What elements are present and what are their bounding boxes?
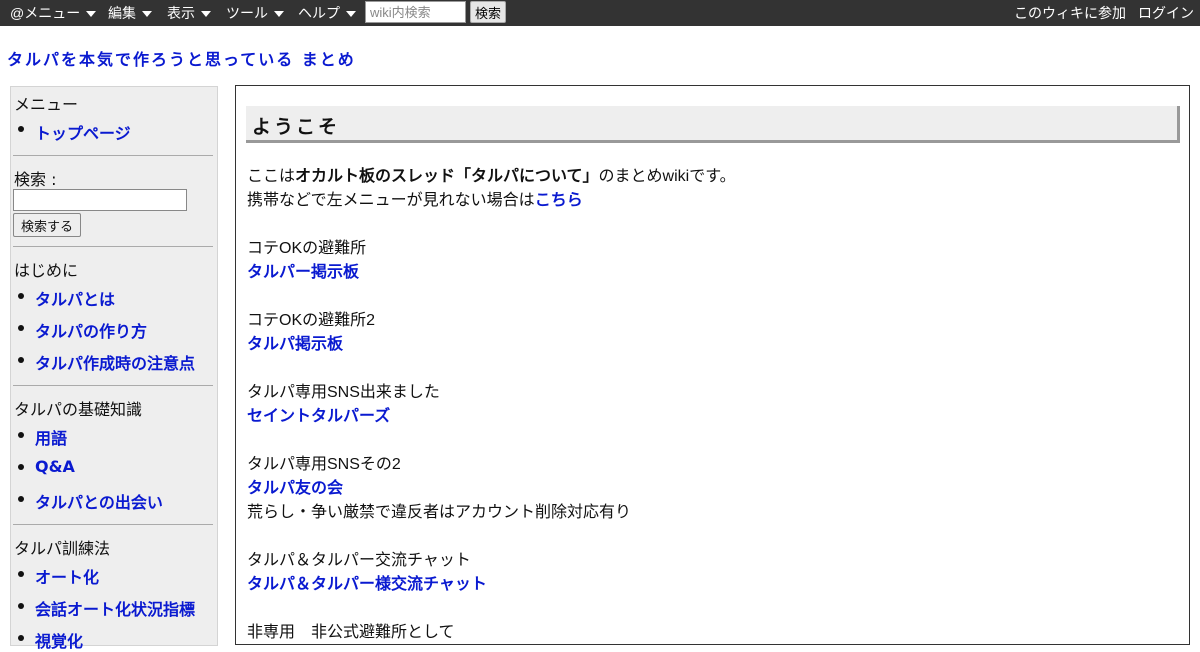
site-title-link[interactable]: タルパを本気で作ろうと思っている まとめ [7,46,356,70]
sidebar-item-top-page[interactable]: トップページ [35,120,131,144]
saint-tulpars-link[interactable]: セイントタルパーズ [247,402,390,426]
help-menu-label: ヘルプ [298,5,340,21]
chevron-down-icon [86,11,97,18]
sidebar-item-what-is-tulpa[interactable]: タルパとは [35,286,115,310]
block-text: タルパ＆タルパー交流チャット [247,552,471,569]
help-menu-dropdown[interactable]: ヘルプ [298,5,356,21]
sidebar-item-encounter[interactable]: タルパとの出会い [35,489,163,513]
intro-thread-name: オカルト板のスレッド「タルパについて」 [295,168,599,185]
sidebar-item-cautions[interactable]: タルパ作成時の注意点 [35,350,195,374]
bullet-icon [18,603,24,609]
mobile-page-link[interactable]: こちら [535,192,583,209]
sidebar-basics-heading: タルパの基礎知識 [14,400,143,419]
intro-text-post: のまとめwikiです。 [598,168,736,185]
mobile-note-text: 携帯などで左メニューが見れない場合は [247,192,535,209]
sidebar-menu-heading: メニュー [14,95,79,114]
block-note: 荒らし・争い厳禁で違反者はアカウント削除対応有り [247,504,632,521]
sidebar-item-faq[interactable]: Q&A [35,457,75,476]
chevron-down-icon [274,11,284,18]
wiki-search-input[interactable] [365,1,466,23]
sidebar-training-heading: タルパ訓練法 [14,539,111,558]
chevron-down-icon [142,11,152,18]
sidebar-divider [13,155,213,156]
bullet-icon [18,357,24,363]
join-wiki-link[interactable]: このウィキに参加 [1014,5,1126,21]
sidebar-search-input[interactable] [13,189,187,211]
intro-line: ここはオカルト板のスレッド「タルパについて」のまとめwikiです。 [247,162,736,186]
bullet-icon [18,325,24,331]
bullet-icon [18,464,24,470]
intro-text-pre: ここは [247,168,296,185]
sidebar-item-how-to-make[interactable]: タルパの作り方 [35,318,147,342]
sidebar-divider [13,246,213,247]
bullet-icon [18,496,24,502]
bullet-icon [18,571,24,577]
bullet-icon [18,432,24,438]
tulpa-board-link[interactable]: タルパ掲示板 [247,330,343,354]
sidebar-item-conversation-index[interactable]: 会話オート化状況指標 [35,596,195,620]
view-menu-label: 表示 [167,5,195,21]
sidebar-divider [13,524,213,525]
block-text: タルパ専用SNSその2 [247,456,401,473]
at-menu-dropdown[interactable]: @メニュー [10,5,97,21]
exchange-chat-link[interactable]: タルパ＆タルパー様交流チャット [247,570,487,594]
tulpa-friends-link[interactable]: タルパ友の会 [247,474,343,498]
block-text: タルパ専用SNS出来ました [247,384,440,401]
at-menu-label: @メニュー [10,5,81,21]
tools-menu-dropdown[interactable]: ツール [226,5,284,21]
mobile-note-line: 携帯などで左メニューが見れない場合はこちら [247,186,583,210]
bullet-icon [18,293,24,299]
tulpar-board-link[interactable]: タルパー掲示板 [247,258,359,282]
chevron-down-icon [201,11,211,18]
login-link[interactable]: ログイン [1138,5,1194,21]
edit-menu-label: 編集 [108,5,136,21]
block-text: コテOKの避難所2 [247,312,376,329]
sidebar-item-visualization[interactable]: 視覚化 [35,628,83,652]
chevron-down-icon [346,11,356,18]
wiki-search-button[interactable]: 検索 [470,1,506,23]
bullet-icon [18,126,24,132]
top-navigation-bar: @メニュー 編集 表示 ツール ヘルプ 検索 このウィキに参加 ログイン [0,0,1200,26]
sidebar-menu: メニュー トップページ 検索 : 検索する はじめに タルパとは タルパの作り方… [10,86,218,651]
tools-menu-label: ツール [226,5,268,21]
sidebar-item-automation[interactable]: オート化 [35,564,99,588]
bullet-icon [18,635,24,641]
main-content: ようこそ ここはオカルト板のスレッド「タルパについて」のまとめwikiです。 携… [235,85,1190,645]
tail-text: 非専用 非公式避難所として [247,624,455,641]
view-menu-dropdown[interactable]: 表示 [167,5,211,21]
sidebar-search-button[interactable]: 検索する [13,213,81,237]
page-heading: ようこそ [246,106,1180,143]
sidebar-divider [13,385,213,386]
block-text: コテOKの避難所 [247,240,367,257]
sidebar-item-glossary[interactable]: 用語 [35,425,67,449]
sidebar-intro-heading: はじめに [14,261,79,280]
edit-menu-dropdown[interactable]: 編集 [108,5,152,21]
sidebar-search-label: 検索 : [14,170,57,189]
